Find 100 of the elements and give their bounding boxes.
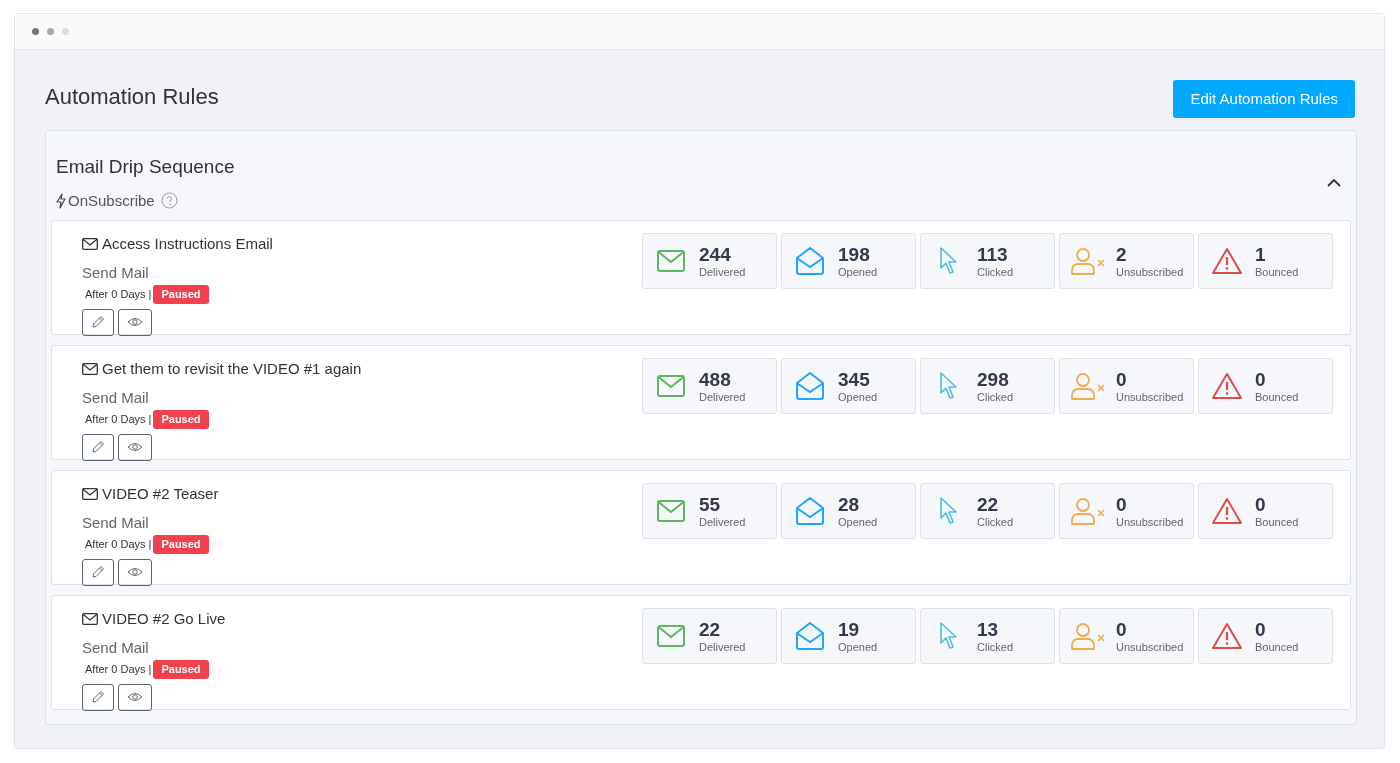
stat-label: Bounced: [1255, 265, 1299, 279]
stat-label: Unsubscribed: [1116, 640, 1184, 654]
step-name: Access Instructions Email: [102, 234, 273, 254]
stat-value: 198: [838, 243, 871, 266]
stat-label: Clicked: [977, 640, 1014, 654]
user-remove-icon: [1071, 497, 1105, 525]
stat-value: 0: [1255, 618, 1267, 641]
stat-label: Delivered: [699, 640, 746, 654]
stat-value: 55: [699, 493, 722, 516]
open-envelope-icon: [796, 497, 824, 525]
envelope-icon: [82, 613, 98, 626]
eye-icon: [127, 442, 143, 452]
envelope-icon: [657, 250, 685, 272]
step-action: Send Mail: [82, 512, 150, 533]
stat-label: Opened: [838, 515, 878, 529]
open-envelope-icon: [796, 247, 824, 275]
eye-icon: [127, 692, 143, 702]
open-envelope-icon: [796, 622, 824, 650]
edit-button[interactable]: [82, 433, 114, 461]
pencil-icon: [91, 315, 105, 329]
stat-label: Unsubscribed: [1116, 265, 1184, 279]
eye-icon: [127, 567, 143, 577]
preview-button[interactable]: [118, 308, 152, 336]
edit-button[interactable]: [82, 558, 114, 586]
envelope-icon: [657, 500, 685, 522]
edit-button[interactable]: [82, 308, 114, 336]
stat-label: Opened: [838, 390, 878, 404]
stat-value: 113: [977, 243, 1009, 266]
stat-label: Opened: [838, 640, 878, 654]
step-delay: After 0 Days |: [85, 537, 152, 552]
stat-label: Opened: [838, 265, 878, 279]
envelope-icon: [82, 238, 98, 251]
envelope-icon: [82, 363, 98, 376]
stat-value: 244: [699, 243, 732, 266]
step-name: VIDEO #2 Go Live: [102, 609, 226, 629]
page-title: Automation Rules: [45, 83, 219, 111]
sequence-title: Email Drip Sequence: [56, 155, 235, 179]
trigger-label: OnSubscribe: [68, 190, 155, 211]
stat-value: 2: [1116, 243, 1128, 266]
status-badge: Paused: [153, 660, 209, 679]
stat-value: 0: [1255, 493, 1267, 516]
envelope-icon: [657, 625, 685, 647]
user-remove-icon: [1071, 372, 1105, 400]
pencil-icon: [91, 690, 105, 704]
cursor-icon: [939, 247, 959, 275]
stat-label: Delivered: [699, 515, 746, 529]
cursor-icon: [939, 497, 959, 525]
stat-value: 13: [977, 618, 1000, 641]
warning-icon: [1211, 497, 1243, 525]
stat-label: Bounced: [1255, 390, 1299, 404]
stat-value: 0: [1116, 618, 1128, 641]
stat-value: 488: [699, 368, 732, 391]
step-action: Send Mail: [82, 637, 150, 658]
eye-icon: [127, 317, 143, 327]
cursor-icon: [939, 372, 959, 400]
envelope-icon: [82, 488, 98, 501]
stat-value: 19: [838, 618, 861, 641]
lightning-icon: [56, 192, 66, 209]
status-badge: Paused: [153, 410, 209, 429]
step-name: Get them to revisit the VIDEO #1 again: [102, 359, 362, 379]
envelope-icon: [657, 375, 685, 397]
stat-label: Unsubscribed: [1116, 515, 1184, 529]
stat-value: 22: [699, 618, 722, 641]
preview-button[interactable]: [118, 433, 152, 461]
step-name: VIDEO #2 Teaser: [102, 484, 219, 504]
preview-button[interactable]: [118, 683, 152, 711]
stat-label: Clicked: [977, 265, 1014, 279]
pencil-icon: [91, 565, 105, 579]
preview-button[interactable]: [118, 558, 152, 586]
edit-button[interactable]: [82, 683, 114, 711]
user-remove-icon: [1071, 247, 1105, 275]
edit-automation-rules-button[interactable]: Edit Automation Rules: [1173, 80, 1355, 118]
stat-value: 0: [1116, 493, 1128, 516]
status-badge: Paused: [153, 285, 209, 304]
warning-icon: [1211, 622, 1243, 650]
stat-label: Delivered: [699, 390, 746, 404]
stat-label: Clicked: [977, 390, 1014, 404]
stat-value: 28: [838, 493, 861, 516]
step-delay: After 0 Days |: [85, 412, 152, 427]
stat-label: Clicked: [977, 515, 1014, 529]
stat-label: Delivered: [699, 265, 746, 279]
pencil-icon: [91, 440, 105, 454]
stat-value: 0: [1116, 368, 1128, 391]
step-action: Send Mail: [82, 262, 150, 283]
stat-label: Bounced: [1255, 515, 1299, 529]
stat-label: Unsubscribed: [1116, 390, 1184, 404]
stat-value: 345: [838, 368, 871, 391]
collapse-chevron-icon[interactable]: [1327, 178, 1341, 187]
user-remove-icon: [1071, 622, 1105, 650]
cursor-icon: [939, 622, 959, 650]
status-badge: Paused: [153, 535, 209, 554]
stat-value: 0: [1255, 368, 1267, 391]
stat-label: Bounced: [1255, 640, 1299, 654]
stat-value: 22: [977, 493, 1000, 516]
warning-icon: [1211, 372, 1243, 400]
step-delay: After 0 Days |: [85, 287, 152, 302]
stat-value: 1: [1255, 243, 1267, 266]
warning-icon: [1211, 247, 1243, 275]
stat-value: 298: [977, 368, 1010, 391]
step-action: Send Mail: [82, 387, 150, 408]
